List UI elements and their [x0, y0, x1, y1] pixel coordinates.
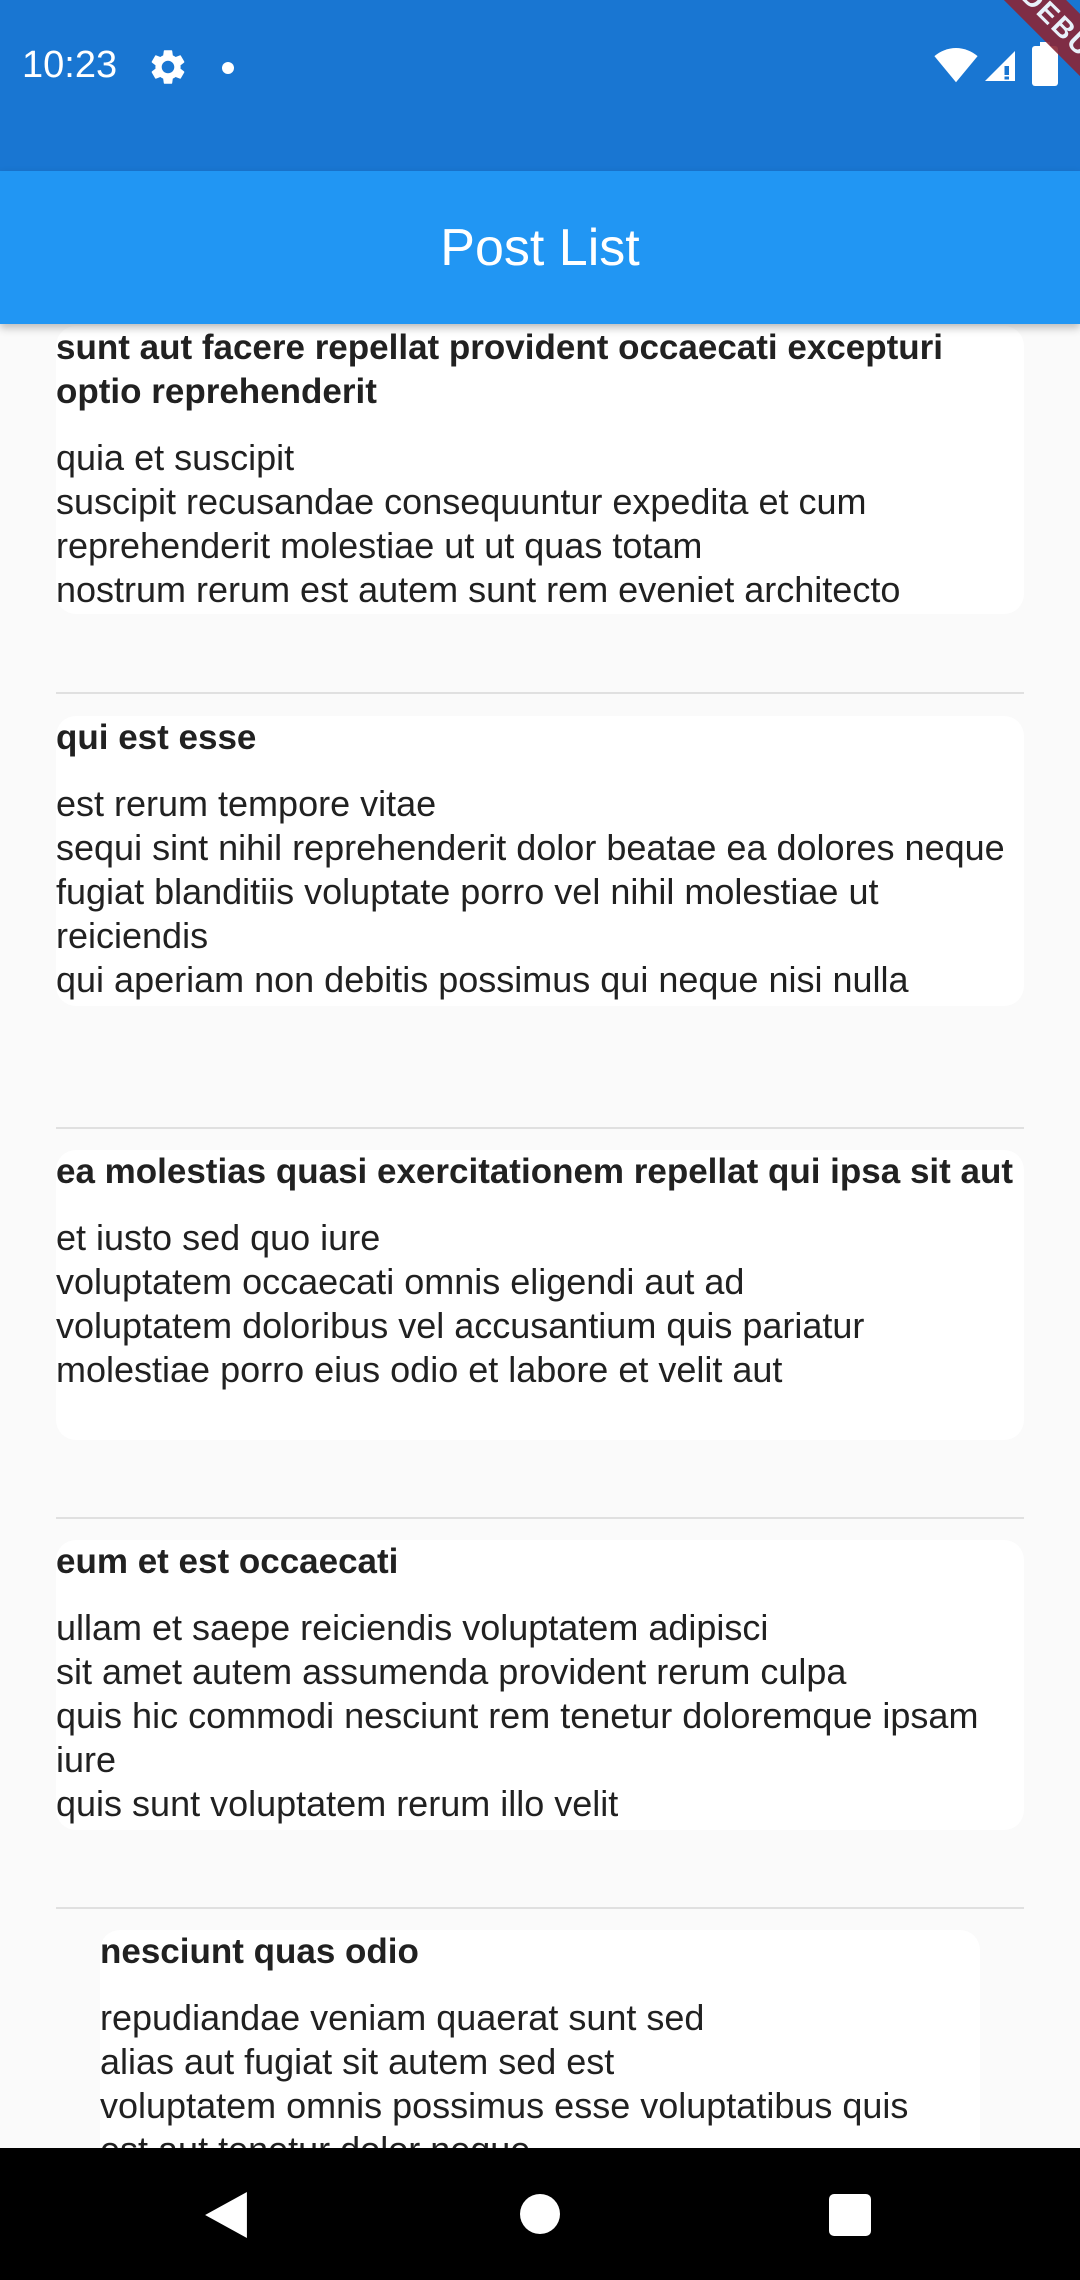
status-time: 10:23 — [22, 44, 118, 86]
recents-icon[interactable] — [829, 2194, 871, 2236]
post-card[interactable]: sunt aut facere repellat provident occae… — [56, 326, 1024, 614]
navigation-bar — [0, 2148, 1080, 2280]
screen: 10:23 DEBUG Post List sunt aut facere re… — [0, 0, 1080, 2280]
post-body: ullam et saepe reiciendis voluptatem adi… — [56, 1607, 979, 1824]
post-title: ea molestias quasi exercitationem repell… — [56, 1152, 1014, 1191]
post-divider — [56, 1907, 1024, 1909]
app-bar-title: Post List — [440, 218, 640, 277]
post-card[interactable]: nesciunt quas odio repudiandae veniam qu… — [100, 1930, 980, 2148]
post-card[interactable]: ea molestias quasi exercitationem repell… — [56, 1150, 1024, 1440]
post-divider — [56, 1517, 1024, 1519]
post-card[interactable]: eum et est occaecati ullam et saepe reic… — [56, 1540, 1024, 1830]
post-title: nesciunt quas odio — [100, 1932, 419, 1971]
post-divider — [56, 692, 1024, 694]
post-divider — [56, 1127, 1024, 1129]
notification-dot-icon — [222, 62, 234, 74]
status-bar: 10:23 DEBUG — [0, 0, 1080, 171]
post-body: repudiandae veniam quaerat sunt sed alia… — [100, 1997, 909, 2148]
post-title: sunt aut facere repellat provident occae… — [56, 328, 943, 411]
app-bar: Post List — [0, 171, 1080, 324]
post-body: et iusto sed quo iure voluptatem occaeca… — [56, 1217, 865, 1390]
gear-icon — [151, 50, 185, 84]
home-icon[interactable] — [520, 2194, 560, 2234]
post-title: qui est esse — [56, 718, 257, 757]
post-title: eum et est occaecati — [56, 1542, 399, 1581]
post-body: est rerum tempore vitae sequi sint nihil… — [56, 783, 1005, 1000]
back-icon[interactable] — [205, 2192, 247, 2238]
signal-icon — [985, 51, 1015, 81]
wifi-icon — [934, 48, 978, 83]
post-list[interactable]: sunt aut facere repellat provident occae… — [0, 324, 1080, 2148]
post-body: quia et suscipit suscipit recusandae con… — [56, 437, 901, 610]
post-card[interactable]: qui est esse est rerum tempore vitae seq… — [56, 716, 1024, 1006]
